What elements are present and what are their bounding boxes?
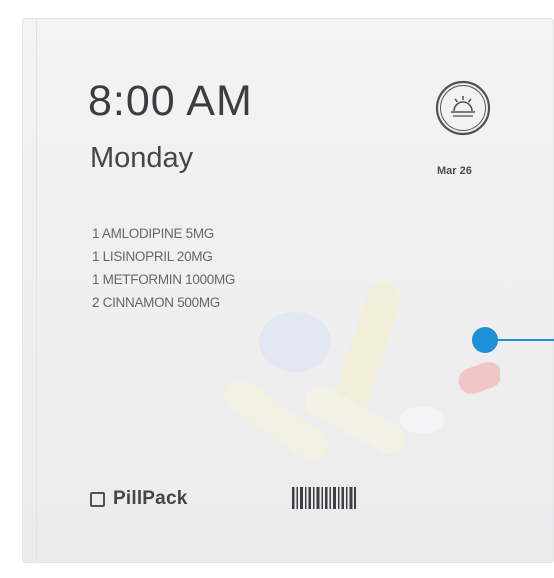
brand-name: PillPack	[113, 488, 188, 509]
medication-item: 1 LISINOPRIL 20MG	[92, 249, 213, 264]
sunrise-icon	[435, 80, 491, 136]
square-logo-icon	[90, 491, 105, 507]
brand-logo: PillPack	[90, 488, 187, 510]
pills-illustration	[223, 282, 500, 462]
dose-date: Mar 26	[437, 165, 472, 177]
dose-day: Monday	[90, 142, 194, 174]
screen: 8:00 AM Monday Mar 26 1 AMLODIPINE 5MG 1…	[0, 0, 554, 578]
callout-connector	[472, 327, 554, 353]
packet-edge	[36, 18, 37, 563]
dose-time: 8:00 AM	[88, 77, 253, 125]
medication-item: 1 AMLODIPINE 5MG	[92, 226, 214, 241]
barcode-icon	[292, 487, 356, 509]
